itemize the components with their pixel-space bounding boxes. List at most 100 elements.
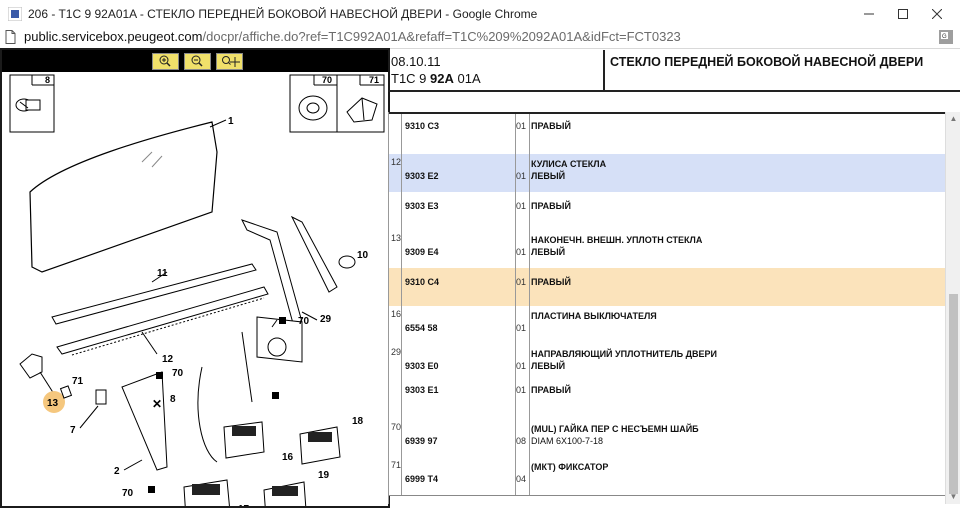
table-row[interactable]: 13 НАКОНЕЧН. ВНЕШН. УПЛОТН СТЕКЛА 9309 E4 0… (389, 230, 946, 269)
part-description: (MUL) ГАЙКА ПЕР С НЕСЪЕМН ШАЙБ (531, 424, 699, 434)
table-row[interactable]: 9303 E3 01 ПРАВЫЙ (389, 192, 946, 231)
part-code[interactable]: 9303 E3 (405, 201, 439, 211)
part-box-70[interactable]: 70 (289, 74, 338, 133)
close-icon (932, 8, 942, 19)
part-quantity: 01 (516, 323, 527, 333)
column-divider (529, 154, 530, 192)
url-text[interactable]: public.servicebox.peugeot.com/docpr/affi… (24, 29, 681, 44)
callout-16: 16 (282, 452, 294, 463)
column-divider (515, 268, 516, 306)
part-box-8-label: 8 (45, 75, 50, 85)
part-box-8[interactable]: 8 (9, 74, 55, 133)
column-divider (515, 114, 516, 154)
nut-marker (279, 317, 286, 324)
callout-18: 18 (352, 416, 364, 427)
close-button[interactable] (914, 0, 960, 27)
part-quantity: 01 (516, 201, 527, 211)
column-divider (389, 268, 402, 306)
zoom-out-button[interactable] (184, 53, 211, 70)
table-row[interactable]: 71 (МКТ) ФИКСАТОР 6999 T4 04 (389, 457, 946, 496)
column-divider (529, 306, 530, 344)
switch-panel-18[interactable] (299, 426, 341, 465)
door-glass-part-1[interactable] (29, 121, 218, 273)
minimize-icon (864, 13, 874, 14)
callout-29: 10 (357, 250, 369, 261)
zoom-in-button[interactable] (152, 53, 179, 70)
address-bar[interactable]: public.servicebox.peugeot.com/docpr/affi… (0, 27, 960, 49)
diagram-toolbar (2, 50, 388, 72)
callout-70-c: 70 (122, 488, 134, 499)
part-description: ЛЕВЫЙ (531, 171, 566, 181)
part-description: ПРАВЫЙ (531, 385, 571, 395)
scroll-up-icon[interactable]: ▲ (949, 114, 958, 123)
part-description: ПЛАСТИНА ВЫКЛЮЧАТЕЛЯ (531, 311, 657, 321)
table-subheader (388, 92, 960, 114)
callout-8: 8 (170, 394, 176, 405)
part-description: КУЛИСА СТЕКЛА (531, 159, 607, 169)
table-row[interactable]: 29 НАПРАВЛЯЮЩИЙ УПЛОТНИТЕЛЬ ДВЕРИ 9303 E0 0… (389, 344, 946, 420)
switch-panel-16[interactable] (223, 421, 265, 459)
table-row[interactable]: 12 КУЛИСА СТЕКЛА 9303 E2 01 ЛЕВЫЙ (389, 154, 946, 193)
part-code[interactable]: 6939 97 (405, 436, 438, 446)
part-description: (МКТ) ФИКСАТОР (531, 462, 609, 472)
part-box-70-label: 70 (322, 75, 332, 85)
zoom-out-icon (191, 55, 203, 67)
part-description: НАПРАВЛЯЮЩИЙ УПЛОТНИТЕЛЬ ДВЕРИ (531, 349, 718, 359)
callout-19: 19 (318, 470, 330, 481)
part-code[interactable]: 9303 E1 (405, 385, 439, 395)
catalog-reference: T1C 9 92A 01A (391, 71, 481, 86)
part-quantity: 01 (516, 247, 527, 257)
part-quantity: 01 (516, 277, 527, 287)
switch-panel-17[interactable] (183, 479, 230, 506)
part-code[interactable]: 9310 C3 (405, 121, 439, 131)
table-row[interactable]: 16 ПЛАСТИНА ВЫКЛЮЧАТЕЛЯ 6554 58 01 (389, 306, 946, 345)
page-info-icon[interactable] (5, 30, 16, 44)
column-divider (515, 192, 516, 230)
table-row[interactable]: 70 (MUL) ГАЙКА ПЕР С НЕСЪЕМН ШАЙБ 6939 97 0… (389, 419, 946, 458)
callout-70-b: 70 (172, 368, 184, 379)
part-description: DIAM 6X100-7-18 (531, 436, 604, 446)
scrollbar-thumb[interactable] (949, 294, 958, 494)
window-title: 206 - T1C 9 92A01A - СТЕКЛО ПЕРЕДНЕЙ БОК… (28, 7, 538, 21)
end-piece-part-13[interactable] (19, 353, 43, 379)
catalog-date: 08.10.11 (391, 54, 441, 69)
part-quantity: 01 (516, 361, 527, 371)
part-box-71[interactable]: 71 (336, 74, 385, 133)
part-code[interactable]: 9310 C4 (405, 277, 439, 287)
part-quantity: 01 (516, 121, 527, 131)
column-divider (529, 230, 530, 268)
part-code[interactable]: 9303 E2 (405, 171, 439, 181)
translate-icon[interactable]: G (939, 30, 953, 44)
part-quantity: 08 (516, 436, 527, 446)
part-code[interactable]: 9303 E0 (405, 361, 439, 371)
part-code[interactable]: 6554 58 (405, 323, 438, 333)
table-row[interactable]: 9310 C3 01 ПРАВЫЙ (389, 114, 946, 155)
callout-13: 13 (47, 398, 59, 409)
header-divider (603, 50, 605, 90)
column-divider (529, 192, 530, 230)
glass-slide-part-12[interactable] (241, 219, 303, 328)
column-divider (529, 419, 530, 457)
part-description: ПРАВЫЙ (531, 201, 571, 211)
exploded-parts-diagram[interactable]: 8 70 71 1 11 12 29 10 70 70 8 ✕ 13 71 7 … (2, 72, 388, 506)
seal-strip-part-11[interactable] (51, 263, 257, 325)
group-number: 70 (391, 422, 402, 432)
scroll-down-icon[interactable]: ▼ (949, 492, 958, 501)
seal-strip-part-10[interactable] (56, 286, 269, 356)
table-row[interactable]: 9310 C4 01 ПРАВЫЙ (389, 268, 946, 307)
vertical-scrollbar[interactable]: ▲ ▼ (945, 112, 960, 504)
pan-button[interactable] (216, 53, 243, 70)
door-guide-part-29[interactable] (290, 215, 356, 293)
zoom-in-icon (159, 55, 171, 67)
column-divider (389, 114, 402, 154)
callout-10: 12 (162, 354, 174, 365)
switch-panel-19[interactable] (263, 481, 307, 506)
group-number: 13 (391, 233, 402, 243)
part-code[interactable]: 6999 T4 (405, 474, 438, 484)
column-divider (515, 344, 516, 419)
window-titlebar: 206 - T1C 9 92A01A - СТЕКЛО ПЕРЕДНЕЙ БОК… (0, 0, 960, 28)
group-number: 71 (391, 460, 402, 470)
parts-pane: 08.10.11 T1C 9 92A 01A СТЕКЛО ПЕРЕДНЕЙ Б… (388, 48, 960, 510)
part-quantity: 04 (516, 474, 527, 484)
part-code[interactable]: 9309 E4 (405, 247, 439, 257)
